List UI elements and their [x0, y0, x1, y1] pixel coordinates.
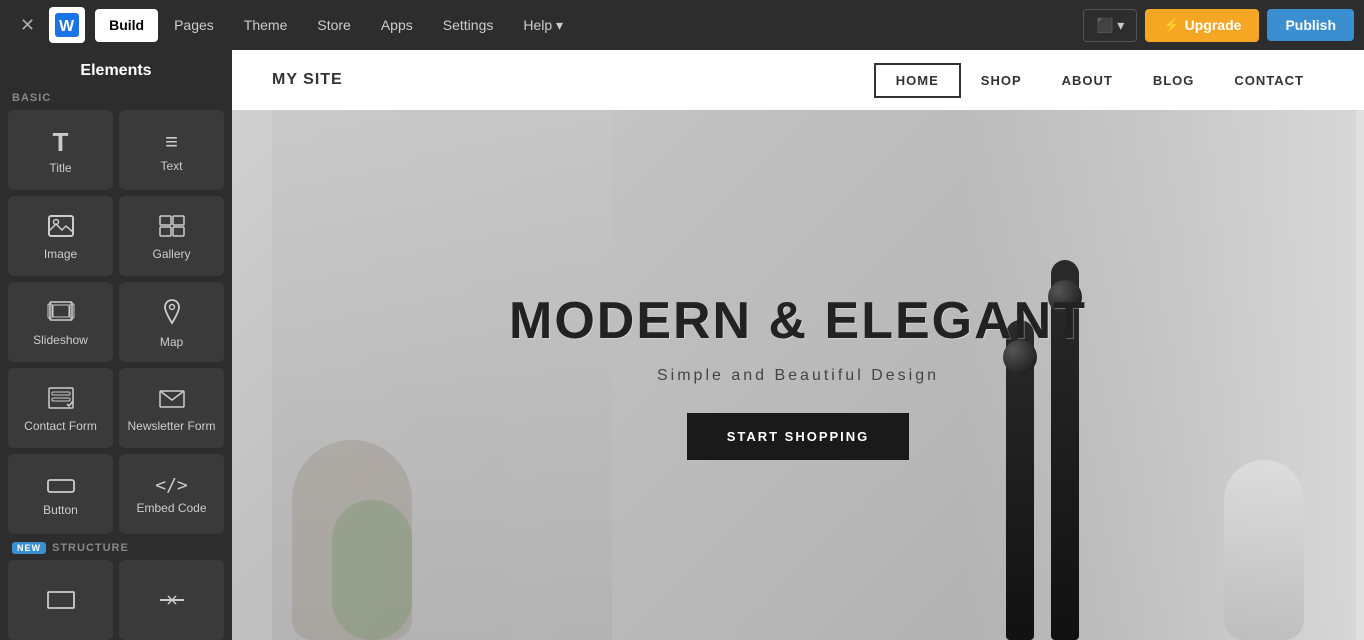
hero-title: MODERN & ELEGANT — [509, 291, 1087, 351]
structure-elements-grid — [8, 560, 224, 640]
nav-apps[interactable]: Apps — [367, 9, 427, 42]
nav-store[interactable]: Store — [303, 9, 364, 42]
weebly-logo: W — [49, 7, 85, 43]
element-title-label: Title — [49, 161, 71, 175]
svg-text:W: W — [59, 18, 75, 35]
slideshow-icon — [47, 301, 75, 327]
site-header: MY SITE HOME SHOP ABOUT BLOG CONTACT — [232, 50, 1364, 110]
site-nav: HOME SHOP ABOUT BLOG CONTACT — [874, 63, 1324, 98]
element-text[interactable]: ≡ Text — [119, 110, 224, 190]
element-button-label: Button — [43, 503, 78, 517]
hero-content: MODERN & ELEGANT Simple and Beautiful De… — [509, 291, 1087, 460]
element-button[interactable]: Button — [8, 454, 113, 534]
canvas-area: MY SITE HOME SHOP ABOUT BLOG CONTACT — [232, 50, 1364, 640]
site-nav-home[interactable]: HOME — [874, 63, 961, 98]
element-slideshow[interactable]: Slideshow — [8, 282, 113, 362]
newsletter-form-icon — [159, 387, 185, 413]
element-contact-form-label: Contact Form — [24, 419, 97, 433]
text-icon: ≡ — [165, 131, 178, 153]
element-title[interactable]: T Title — [8, 110, 113, 190]
element-image-label: Image — [44, 247, 77, 261]
site-canvas: MY SITE HOME SHOP ABOUT BLOG CONTACT — [232, 50, 1364, 640]
main-area: Elements BASIC T Title ≡ Text — [0, 50, 1364, 640]
element-divider[interactable] — [119, 560, 224, 640]
scrollbar[interactable] — [1356, 50, 1364, 640]
nav-build[interactable]: Build — [95, 9, 158, 42]
element-newsletter-form-label: Newsletter Form — [127, 419, 215, 433]
nav-settings[interactable]: Settings — [429, 9, 508, 42]
top-nav: ✕ W Build Pages Theme Store Apps Setting… — [0, 0, 1364, 50]
sidebar-title: Elements — [8, 62, 224, 80]
vase-right — [1224, 460, 1304, 640]
embed-code-icon: </> — [155, 477, 188, 495]
contact-form-icon — [48, 387, 74, 413]
nav-help[interactable]: Help ▾ — [509, 9, 577, 42]
nav-pages[interactable]: Pages — [160, 9, 228, 42]
element-slideshow-label: Slideshow — [33, 333, 88, 347]
element-map-label: Map — [160, 335, 183, 349]
publish-button[interactable]: Publish — [1267, 9, 1354, 41]
site-nav-about[interactable]: ABOUT — [1042, 65, 1133, 96]
gallery-icon — [159, 215, 185, 241]
element-text-label: Text — [160, 159, 182, 173]
element-image[interactable]: Image — [8, 196, 113, 276]
nav-right: ⬛ ▾ ⚡ Upgrade Publish — [1083, 9, 1354, 42]
site-nav-contact[interactable]: CONTACT — [1214, 65, 1324, 96]
element-contact-form[interactable]: Contact Form — [8, 368, 113, 448]
element-box[interactable] — [8, 560, 113, 640]
title-icon: T — [53, 129, 69, 155]
element-gallery[interactable]: Gallery — [119, 196, 224, 276]
sidebar: Elements BASIC T Title ≡ Text — [0, 50, 232, 640]
nav-items: Build Pages Theme Store Apps Settings He… — [95, 9, 577, 42]
site-nav-shop[interactable]: SHOP — [961, 65, 1042, 96]
upgrade-button[interactable]: ⚡ Upgrade — [1145, 9, 1259, 42]
image-icon — [48, 215, 74, 241]
element-gallery-label: Gallery — [152, 247, 190, 261]
nav-theme[interactable]: Theme — [230, 9, 302, 42]
site-logo: MY SITE — [272, 71, 343, 89]
device-selector[interactable]: ⬛ ▾ — [1083, 9, 1137, 42]
hero-cta-button[interactable]: START SHOPPING — [687, 413, 910, 460]
site-nav-blog[interactable]: BLOG — [1133, 65, 1215, 96]
element-embed-code-label: Embed Code — [136, 501, 206, 515]
divider-icon — [158, 591, 186, 613]
element-newsletter-form[interactable]: Newsletter Form — [119, 368, 224, 448]
section-structure-label: NEW STRUCTURE — [12, 542, 220, 554]
close-button[interactable]: ✕ — [10, 9, 45, 42]
element-map[interactable]: Map — [119, 282, 224, 362]
button-icon — [47, 475, 75, 497]
section-basic-label: BASIC — [12, 92, 220, 104]
new-badge: NEW — [12, 542, 46, 554]
hero-section: MODERN & ELEGANT Simple and Beautiful De… — [232, 110, 1364, 640]
hero-subtitle: Simple and Beautiful Design — [509, 367, 1087, 385]
element-embed-code[interactable]: </> Embed Code — [119, 454, 224, 534]
map-icon — [161, 299, 183, 329]
basic-elements-grid: T Title ≡ Text Image — [8, 110, 224, 534]
box-icon — [47, 591, 75, 613]
